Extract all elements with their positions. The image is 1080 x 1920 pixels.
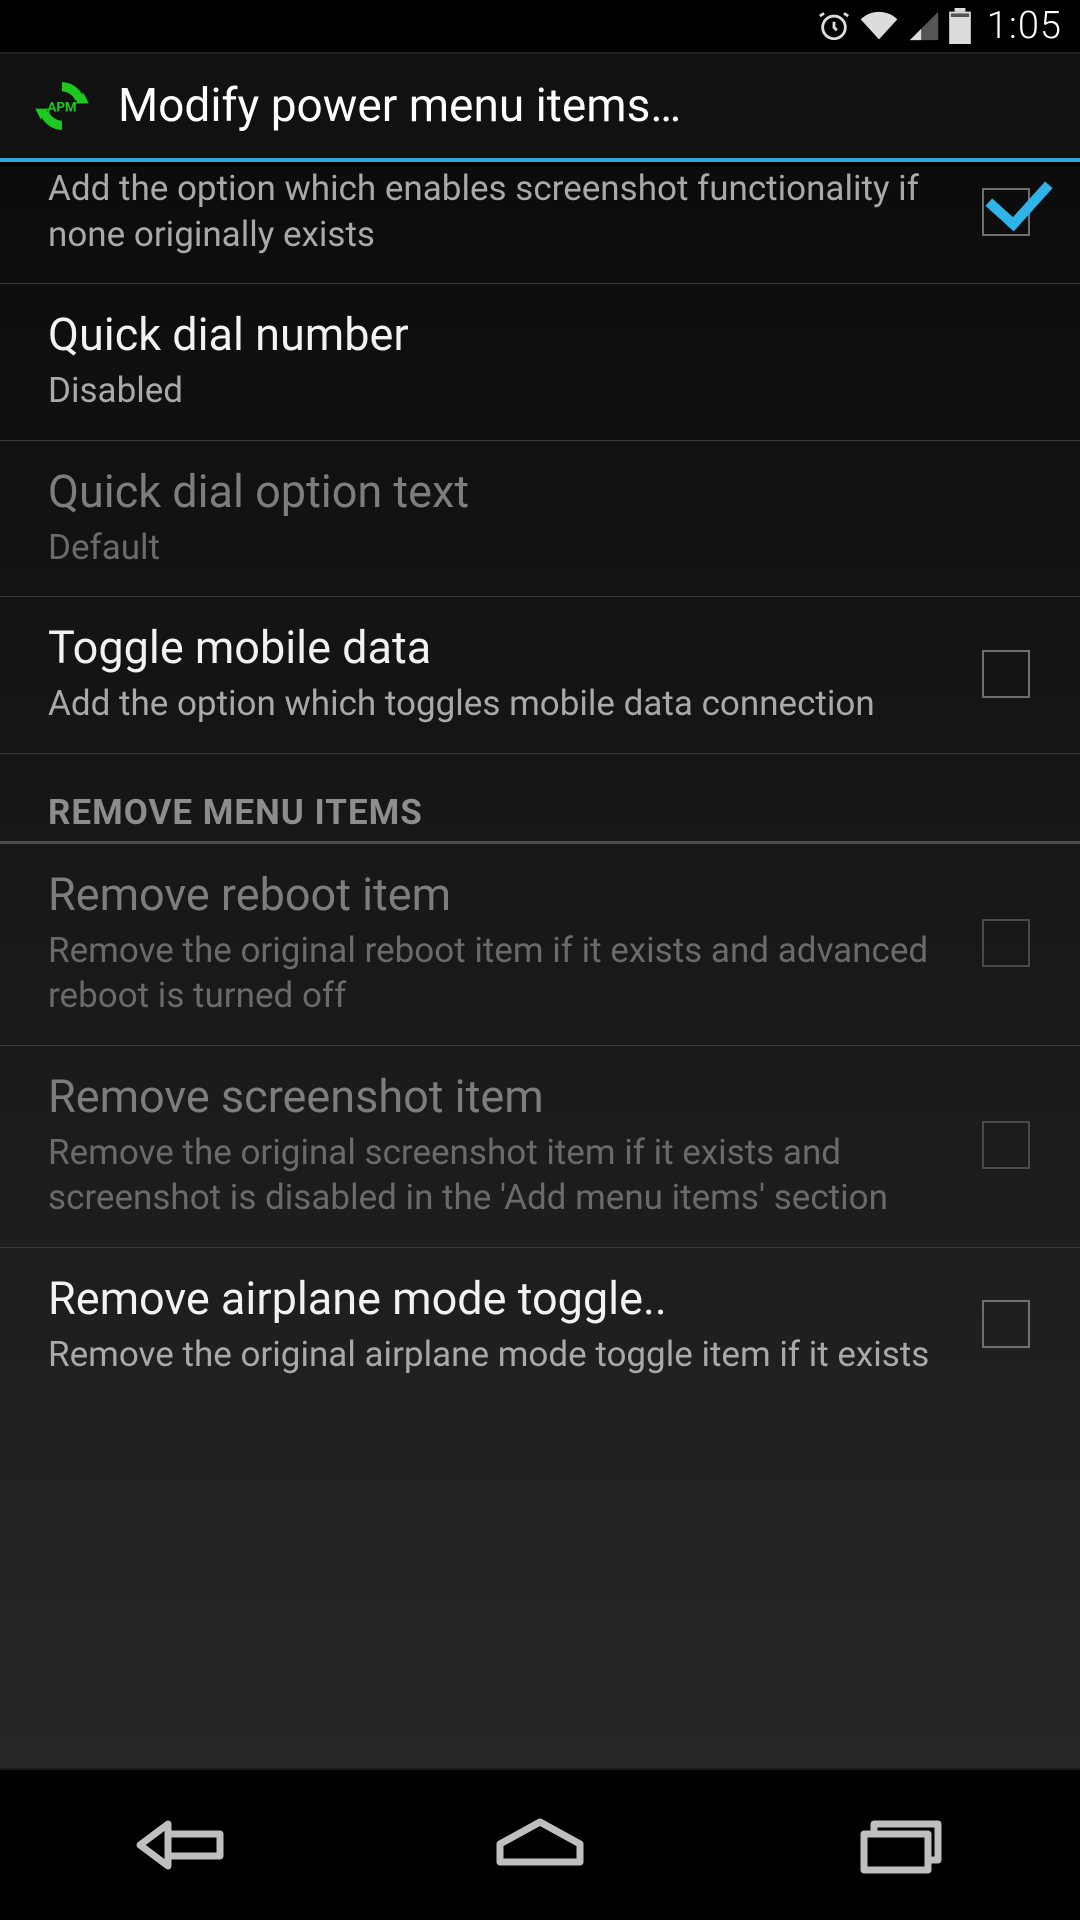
- pref-remove-screenshot: Remove screenshot item Remove the origin…: [0, 1046, 1080, 1248]
- battery-icon: [949, 8, 971, 44]
- pref-summary: Add the option which enables screenshot …: [48, 166, 954, 257]
- category-title: REMOVE MENU ITEMS: [48, 792, 1048, 833]
- settings-list[interactable]: Add the option which enables screenshot …: [0, 166, 1080, 1768]
- app-icon: APM: [30, 74, 94, 138]
- pref-title: Quick dial option text: [48, 465, 1048, 519]
- pref-title: Quick dial number: [48, 308, 1048, 362]
- pref-remove-reboot: Remove reboot item Remove the original r…: [0, 844, 1080, 1046]
- pref-quick-dial-text: Quick dial option text Default: [0, 441, 1080, 598]
- alarm-icon: [817, 9, 851, 43]
- pref-title: Remove screenshot item: [48, 1070, 954, 1124]
- recents-button[interactable]: [780, 1810, 1020, 1880]
- checkbox-icon[interactable]: [982, 650, 1030, 698]
- page-title: Modify power menu items…: [118, 79, 681, 133]
- checkbox-icon: [982, 1121, 1030, 1169]
- status-clock: 1:05: [987, 4, 1062, 48]
- wifi-icon: [859, 9, 899, 43]
- action-bar: APM Modify power menu items…: [0, 52, 1080, 162]
- svg-text:APM: APM: [47, 100, 76, 115]
- pref-summary: Default: [48, 525, 1048, 571]
- status-bar: 1:05: [0, 0, 1080, 52]
- pref-summary: Remove the original airplane mode toggle…: [48, 1332, 954, 1378]
- navigation-bar: [0, 1768, 1080, 1920]
- pref-quick-dial-number[interactable]: Quick dial number Disabled: [0, 284, 1080, 441]
- signal-icon: [907, 9, 941, 43]
- pref-remove-airplane[interactable]: Remove airplane mode toggle.. Remove the…: [0, 1248, 1080, 1404]
- pref-summary: Remove the original reboot item if it ex…: [48, 928, 954, 1019]
- category-remove-items: REMOVE MENU ITEMS: [0, 760, 1080, 844]
- pref-summary: Remove the original screenshot item if i…: [48, 1130, 954, 1221]
- checkbox-icon[interactable]: [982, 188, 1030, 236]
- pref-title: Remove airplane mode toggle..: [48, 1272, 954, 1326]
- pref-title: Toggle mobile data: [48, 621, 954, 675]
- checkbox-icon[interactable]: [982, 1300, 1030, 1348]
- pref-summary: Disabled: [48, 368, 1048, 414]
- back-button[interactable]: [60, 1810, 300, 1880]
- pref-title: Remove reboot item: [48, 868, 954, 922]
- home-button[interactable]: [420, 1810, 660, 1880]
- pref-summary: Add the option which toggles mobile data…: [48, 681, 954, 727]
- pref-toggle-mobile-data[interactable]: Toggle mobile data Add the option which …: [0, 597, 1080, 754]
- checkbox-icon: [982, 919, 1030, 967]
- pref-screenshot[interactable]: Add the option which enables screenshot …: [0, 166, 1080, 284]
